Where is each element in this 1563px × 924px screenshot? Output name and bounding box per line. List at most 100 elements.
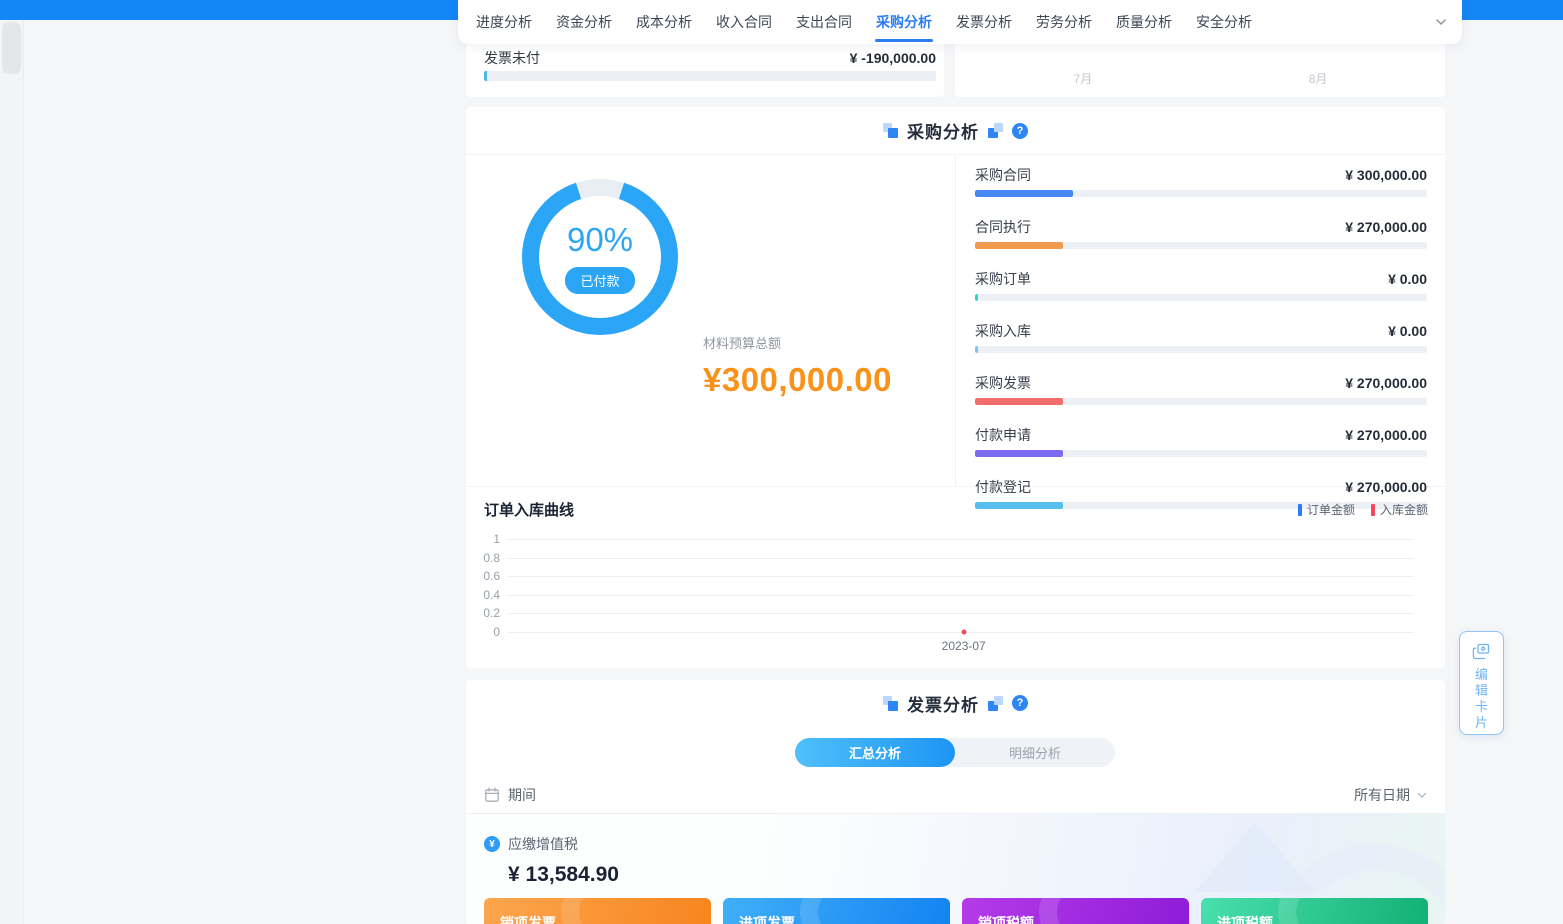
bar-value: ¥ 0.00 — [1388, 271, 1427, 287]
analysis-mode-toggle: 汇总分析明细分析 — [795, 738, 1115, 767]
toggle-detail[interactable]: 明细分析 — [955, 738, 1115, 767]
procurement-bar-row: 采购入库 ¥ 0.00 — [975, 322, 1427, 368]
invoice-stat-card[interactable]: 进项发票 — [723, 898, 950, 924]
y-axis-tick: 0 — [493, 625, 500, 639]
bar-track — [975, 450, 1427, 457]
gridline — [508, 558, 1414, 559]
calendar-icon — [484, 787, 500, 803]
chart-legend: 订单金额入库金额 — [1298, 501, 1428, 518]
bar-value: ¥ 300,000.00 — [1345, 167, 1427, 183]
left-scrollbar-track — [0, 20, 24, 924]
title-decoration-left-icon — [883, 123, 898, 138]
y-axis-tick: 1 — [493, 532, 500, 546]
title-decoration-right-icon — [988, 696, 1003, 711]
invoice-analysis-card: 发票分析 ? 汇总分析明细分析 期间 所有日期 ¥ 应缴增值税 ¥ 13,584… — [466, 680, 1445, 924]
date-range-dropdown[interactable]: 所有日期 — [1354, 785, 1428, 805]
gridline — [508, 576, 1414, 577]
bar-track — [975, 294, 1427, 301]
procurement-section-title: 采购分析 — [907, 118, 979, 143]
tab-6[interactable]: 发票分析 — [956, 0, 1012, 44]
bar-value: ¥ 0.00 — [1388, 323, 1427, 339]
bar-label: 采购订单 — [975, 269, 1031, 289]
vat-amount: ¥ 13,584.90 — [508, 863, 619, 887]
tab-0[interactable]: 进度分析 — [476, 0, 532, 44]
bar-fill — [975, 242, 1063, 249]
scrollbar-thumb[interactable] — [2, 22, 21, 74]
invoice-stat-card[interactable]: 销项税额 — [962, 898, 1189, 924]
y-axis-tick: 0.4 — [483, 588, 500, 602]
legend-item[interactable]: 入库金额 — [1371, 501, 1428, 518]
help-icon[interactable]: ? — [1012, 123, 1028, 139]
y-axis-tick: 0.8 — [483, 551, 500, 565]
procurement-bar-row: 采购合同 ¥ 300,000.00 — [975, 166, 1427, 212]
bar-fill — [975, 294, 978, 301]
invoice-unpaid-label: 发票未付 — [484, 48, 540, 68]
material-budget-value: ¥300,000.00 — [703, 361, 892, 399]
invoice-unpaid-value: ¥ -190,000.00 — [850, 50, 936, 66]
procurement-bar-row: 合同执行 ¥ 270,000.00 — [975, 218, 1427, 264]
title-decoration-right-icon — [988, 123, 1003, 138]
bar-label: 合同执行 — [975, 217, 1031, 237]
y-axis-tick: 0.2 — [483, 606, 500, 620]
bar-label: 采购发票 — [975, 373, 1031, 393]
tab-3[interactable]: 收入合同 — [716, 0, 772, 44]
bar-value: ¥ 270,000.00 — [1345, 219, 1427, 235]
tab-2[interactable]: 成本分析 — [636, 0, 692, 44]
order-inbound-chart-section: 订单入库曲线 订单金额入库金额 10.80.60.40.202023-07 — [466, 487, 1445, 667]
stat-card-label: 进项发票 — [739, 913, 795, 924]
procurement-bar-row: 采购发票 ¥ 270,000.00 — [975, 374, 1427, 420]
bar-track — [975, 398, 1427, 405]
edit-card-button[interactable]: 编辑卡片 — [1459, 631, 1504, 735]
invoice-section-title: 发票分析 — [907, 691, 979, 716]
vat-coin-icon: ¥ — [484, 836, 500, 852]
bar-track — [975, 190, 1427, 197]
edit-card-label: 编辑卡片 — [1475, 667, 1489, 731]
bar-label: 付款申请 — [975, 425, 1031, 445]
help-icon[interactable]: ? — [1012, 695, 1028, 711]
chevron-down-icon[interactable] — [1434, 15, 1448, 29]
bar-track — [975, 346, 1427, 353]
tab-1[interactable]: 资金分析 — [556, 0, 612, 44]
stat-card-label: 进项税额 — [1217, 913, 1273, 924]
paid-percentage-value: 90% — [567, 221, 633, 259]
vat-summary-panel: ¥ 应缴增值税 ¥ 13,584.90 销项发票进项发票 销项税额 进项税额 — [466, 813, 1445, 924]
tab-7[interactable]: 劳务分析 — [1036, 0, 1092, 44]
tab-4[interactable]: 支出合同 — [796, 0, 852, 44]
invoice-stat-card[interactable]: 进项税额 — [1201, 898, 1428, 924]
bar-fill — [975, 346, 978, 353]
procurement-bar-list: 采购合同 ¥ 300,000.00 合同执行 ¥ 270,000.00 采购订单… — [975, 160, 1427, 524]
chevron-down-icon — [1416, 789, 1428, 801]
paid-badge: 已付款 — [565, 267, 634, 294]
tab-5[interactable]: 采购分析 — [876, 0, 932, 44]
paid-percentage-donut: 90% 已付款 — [522, 179, 678, 335]
procurement-bar-row: 采购订单 ¥ 0.00 — [975, 270, 1427, 316]
toggle-summary[interactable]: 汇总分析 — [795, 738, 955, 767]
procurement-bar-row: 付款申请 ¥ 270,000.00 — [975, 426, 1427, 472]
tab-8[interactable]: 质量分析 — [1116, 0, 1172, 44]
bar-label: 采购合同 — [975, 165, 1031, 185]
bar-value: ¥ 270,000.00 — [1345, 427, 1427, 443]
invoice-unpaid-bar — [484, 71, 936, 81]
bar-fill — [975, 190, 1073, 197]
stat-card-label: 销项税额 — [978, 913, 1034, 924]
order-inbound-plot: 10.80.60.40.202023-07 — [508, 539, 1414, 632]
material-budget-label: 材料预算总额 — [703, 333, 892, 352]
edit-card-icon — [1472, 642, 1491, 661]
invoice-stat-card[interactable]: 销项发票 — [484, 898, 711, 924]
x-axis-month-label: 7月 — [1074, 70, 1093, 87]
procurement-analysis-card: 采购分析 ? 90% 已付款 材料预算总额 ¥300,000.00 采购合同 ¥… — [466, 107, 1445, 668]
x-axis-tick: 2023-07 — [942, 639, 986, 653]
bar-label: 采购入库 — [975, 321, 1031, 341]
gridline — [508, 539, 1414, 540]
data-point — [961, 629, 966, 634]
vertical-divider — [955, 155, 956, 486]
gridline — [508, 595, 1414, 596]
vat-label: 应缴增值税 — [508, 834, 578, 854]
legend-item[interactable]: 订单金额 — [1298, 501, 1355, 518]
period-label: 期间 — [508, 785, 536, 805]
tab-9[interactable]: 安全分析 — [1196, 0, 1252, 44]
bar-track — [975, 242, 1427, 249]
order-inbound-chart-title: 订单入库曲线 — [484, 499, 574, 520]
y-axis-tick: 0.6 — [483, 569, 500, 583]
bar-value: ¥ 270,000.00 — [1345, 375, 1427, 391]
